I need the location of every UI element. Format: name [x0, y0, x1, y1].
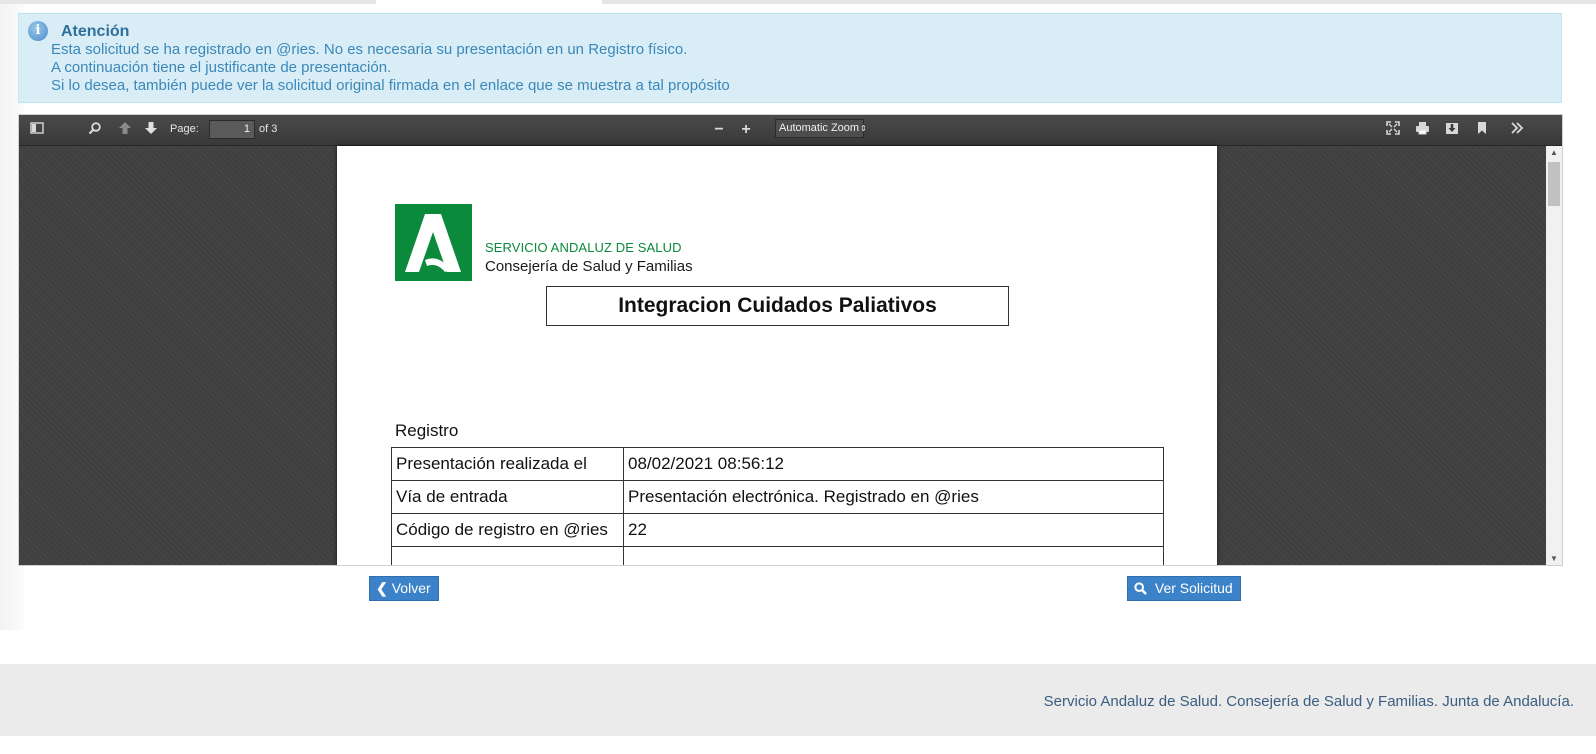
scrollbar-thumb[interactable] [1548, 162, 1560, 206]
org-name-line-2: Consejería de Salud y Familias [485, 258, 693, 275]
zoom-select-value: Automatic Zoom [779, 122, 860, 134]
pdf-viewer: Page: 1 of 3 − + Automatic Zoom⇕ SERVICI [18, 114, 1563, 566]
alert-line-2: A continuación tiene el justificante de … [51, 59, 392, 76]
table-cell-key [391, 546, 624, 565]
table-cell-value [623, 546, 1164, 565]
alert-line-1: Esta solicitud se ha registrado en @ries… [51, 41, 688, 58]
chevron-left-icon: ❮ [376, 580, 388, 596]
scroll-up-arrow-icon[interactable]: ▲ [1546, 146, 1562, 160]
document-title: Integracion Cuidados Paliativos [546, 286, 1009, 326]
print-icon[interactable] [1412, 120, 1432, 140]
footer: Servicio Andaluz de Salud. Consejería de… [0, 664, 1596, 736]
attention-alert: i Atención Esta solicitud se ha registra… [18, 13, 1562, 103]
top-strip-gap [376, 0, 602, 4]
back-button-label: Volver [391, 580, 431, 596]
sidebar-toggle-icon[interactable] [27, 120, 47, 140]
zoom-select[interactable]: Automatic Zoom⇕ [775, 119, 867, 138]
top-strip [0, 0, 1596, 4]
page-label: Page: [170, 123, 199, 135]
org-name-line-1: SERVICIO ANDALUZ DE SALUD [485, 240, 682, 255]
table-cell-value: 22 [623, 513, 1164, 547]
search-icon[interactable] [85, 120, 105, 140]
table-row: Presentación realizada el 08/02/2021 08:… [391, 447, 1164, 481]
page-total: of 3 [259, 123, 278, 135]
fullscreen-icon[interactable] [1383, 120, 1403, 140]
info-icon: i [28, 21, 48, 41]
table-row: Código de registro en @ries 22 [391, 513, 1164, 547]
view-request-button-label: Ver Solicitud [1154, 580, 1233, 596]
double-chevron-right-icon[interactable] [1507, 120, 1527, 140]
registration-table: Presentación realizada el 08/02/2021 08:… [391, 447, 1164, 565]
table-cell-key: Vía de entrada [391, 480, 624, 514]
back-button[interactable]: ❮ Volver [369, 576, 439, 601]
scroll-down-arrow-icon[interactable]: ▼ [1546, 552, 1562, 565]
table-row: Vía de entrada Presentación electrónica.… [391, 480, 1164, 514]
arrow-down-icon[interactable] [141, 120, 161, 140]
vertical-scrollbar[interactable]: ▲ ▼ [1546, 146, 1562, 565]
arrow-up-icon[interactable] [115, 120, 135, 140]
bottom-strip [0, 736, 1596, 754]
download-icon[interactable] [1442, 120, 1462, 140]
pdf-page: SERVICIO ANDALUZ DE SALUD Consejería de … [337, 146, 1217, 565]
zoom-out-button[interactable]: − [709, 120, 729, 140]
pdf-toolbar: Page: 1 of 3 − + Automatic Zoom⇕ [19, 115, 1562, 146]
bookmark-icon[interactable] [1472, 120, 1492, 140]
select-arrows-icon: ⇕ [860, 124, 867, 133]
footer-text: Servicio Andaluz de Salud. Consejería de… [1043, 693, 1574, 710]
view-request-button[interactable]: Ver Solicitud [1127, 576, 1241, 601]
table-cell-value: Presentación electrónica. Registrado en … [623, 480, 1164, 514]
table-cell-key: Presentación realizada el [391, 447, 624, 481]
table-cell-key: Código de registro en @ries [391, 513, 624, 547]
section-label: Registro [395, 421, 459, 440]
zoom-in-button[interactable]: + [736, 120, 756, 140]
table-row [391, 546, 1164, 565]
alert-line-3: Si lo desea, también puede ver la solici… [51, 77, 730, 94]
table-cell-value: 08/02/2021 08:56:12 [623, 447, 1164, 481]
search-icon [1134, 580, 1151, 596]
alert-title: Atención [61, 23, 130, 40]
page-number-input[interactable]: 1 [209, 120, 255, 139]
junta-andalucia-logo [395, 204, 472, 281]
